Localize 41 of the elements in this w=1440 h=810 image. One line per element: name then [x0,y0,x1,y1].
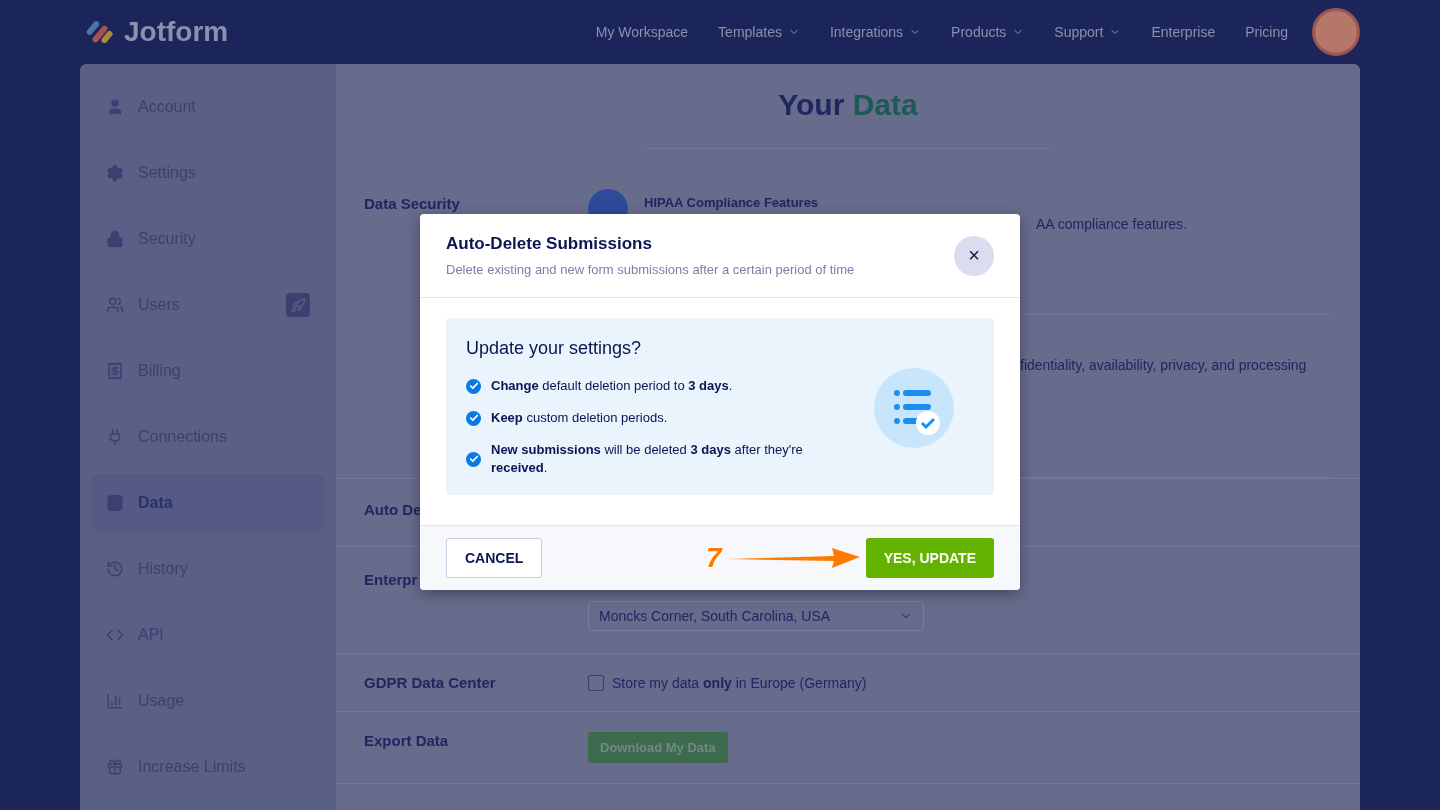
list-text: Change default deletion period to 3 days. [491,377,733,395]
nav-link[interactable]: Products [951,24,1025,40]
dialog-subtitle: Delete existing and new form submissions after a certain period of time [446,262,855,277]
section-label: Data Security [364,195,461,214]
checklist-icon [874,367,954,448]
gift-icon [106,758,124,776]
confirm-button[interactable]: YES, UPDATE [865,538,994,578]
feature-title: HIPAA Compliance Features [644,195,820,210]
list-text: New submissions will be deleted 3 days after they're received. [491,441,804,477]
nav-link[interactable]: Enterprise [1151,24,1216,40]
section-label: GDPR Data Center [364,674,497,691]
panel-question: Update your settings? [466,338,643,359]
people-icon [106,296,124,314]
location-dropdown[interactable]: Moncks Corner, South Carolina, USA [588,601,924,631]
person-icon [106,98,124,116]
section-label: Enterpr [364,571,419,590]
close-button[interactable]: × [954,235,994,276]
feature-description: AA compliance features. [1036,216,1187,232]
cancel-button[interactable]: CANCEL [446,538,543,578]
logo-icon [86,18,114,46]
section-label: Export Data [364,732,450,751]
clock-icon [106,560,124,578]
nav-link[interactable]: Pricing [1245,24,1288,40]
nav-link[interactable]: Support [1054,24,1122,40]
receipt-icon [106,362,124,380]
checkbox[interactable] [588,674,604,691]
logo-text[interactable]: Jotform [124,16,229,48]
nav-link[interactable]: Integrations [829,24,922,40]
checkbox-label: Store my data only in Europe (Germany) [612,674,867,691]
nav-link[interactable]: My Workspace [595,24,689,40]
nav-link[interactable]: Templates [718,24,800,40]
avatar[interactable] [1312,8,1360,56]
bar-chart-icon [106,692,124,710]
lock-icon [106,230,124,248]
description-text: fidentiality, availability, privacy, and processing [1020,357,1307,373]
section-label: Auto De [364,501,423,518]
list-text: Keep custom deletion periods. [491,409,668,427]
page-title: Your Data [777,88,919,122]
step-number: 7 [706,542,722,574]
dialog-title: Auto-Delete Submissions [446,234,653,254]
gear-icon [106,164,124,182]
